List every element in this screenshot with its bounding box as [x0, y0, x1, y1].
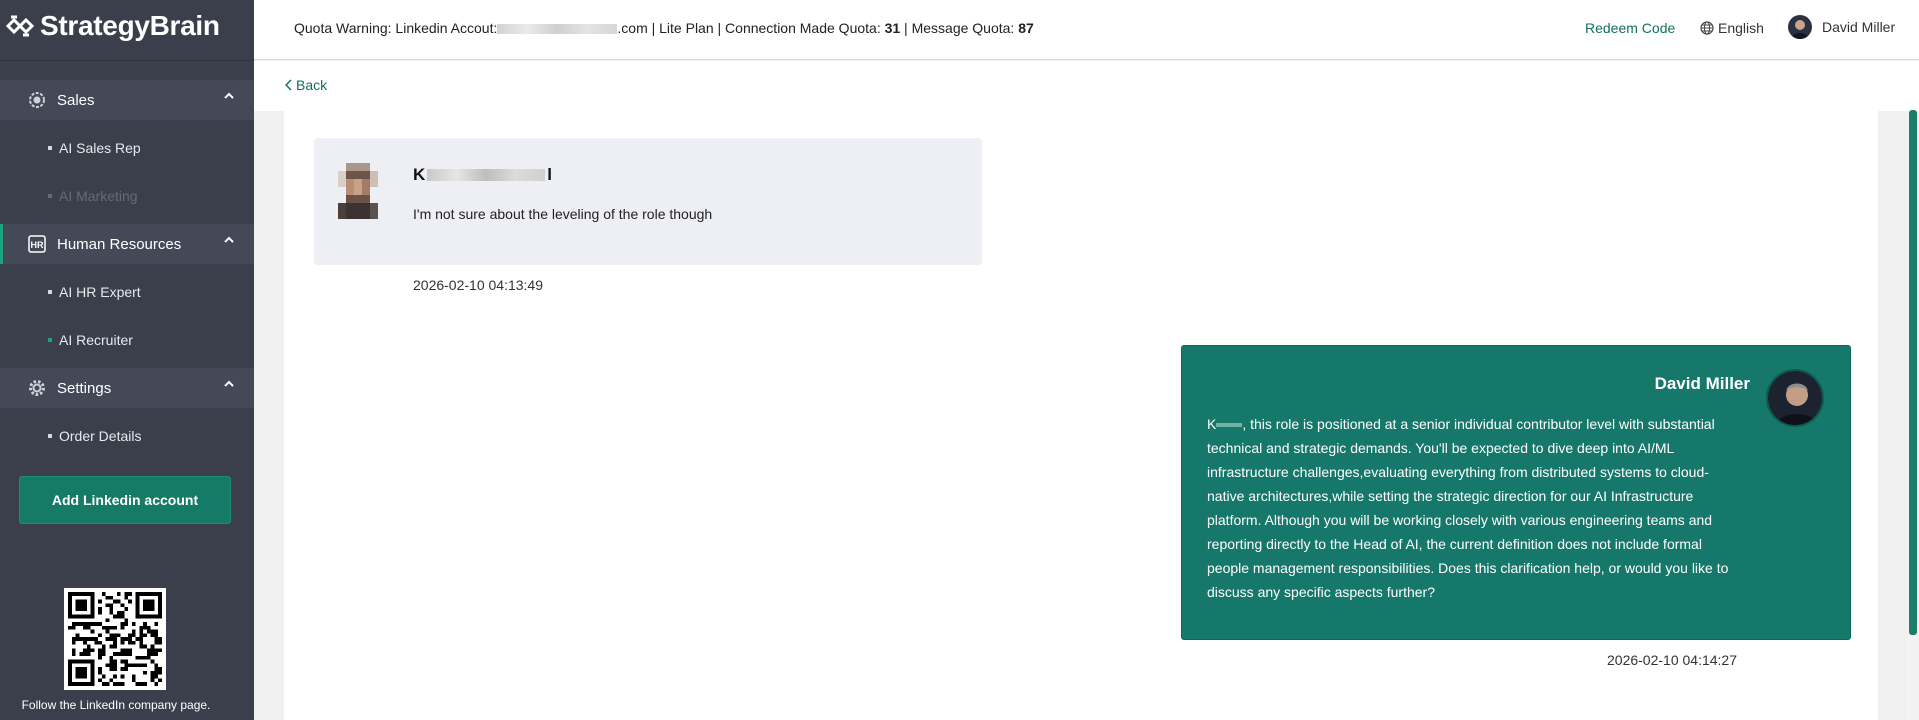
quota-message-label: | Message Quota:: [900, 20, 1019, 36]
gear-icon: [28, 379, 46, 397]
quota-prefix: Quota Warning: Linkedin Accout:: [294, 20, 498, 36]
sidebar-item-ai-marketing: AI Marketing: [0, 176, 254, 216]
menu-group-label: Sales: [57, 91, 95, 109]
message-text: I'm not sure about the leveling of the r…: [413, 206, 713, 222]
language-label: English: [1718, 20, 1764, 36]
sidebar-item-order-details[interactable]: Order Details: [0, 416, 254, 456]
sidebar-item-ai-sales-rep[interactable]: AI Sales Rep: [0, 128, 254, 168]
svg-text:HR: HR: [31, 240, 44, 250]
brand-name: StrategyBrain: [40, 10, 220, 41]
outgoing-message: David Miller K, this role is positioned …: [1181, 345, 1851, 640]
quota-warning: Quota Warning: Linkedin Accout: .com | Li…: [294, 20, 1034, 36]
add-linkedin-account-button[interactable]: Add Linkedin account: [19, 476, 231, 524]
sidebar-item-ai-recruiter[interactable]: AI Recruiter: [0, 320, 254, 360]
divider: [0, 60, 254, 61]
bullet: [48, 434, 52, 438]
sidebar-item-label: AI Marketing: [59, 188, 138, 204]
user-menu[interactable]: David Miller: [1788, 15, 1895, 39]
globe-icon: [1700, 21, 1714, 35]
chevron-up-icon: [224, 380, 234, 387]
sidebar-item-label: AI HR Expert: [59, 284, 141, 300]
redacted-name: [1216, 423, 1243, 428]
brand-logo-icon: [6, 15, 34, 37]
back-button[interactable]: Back: [285, 77, 327, 93]
sidebar-item-label: AI Recruiter: [59, 332, 133, 348]
bullet: [48, 146, 52, 150]
bullet: [48, 290, 52, 294]
message-text: K, this role is positioned at a senior i…: [1207, 412, 1737, 604]
scrollbar-thumb[interactable]: [1909, 110, 1917, 635]
sales-badge-icon: [28, 91, 46, 109]
language-selector[interactable]: English: [1700, 20, 1764, 36]
bullet: [48, 338, 52, 342]
menu-group-human-resources[interactable]: HR Human Resources: [0, 224, 254, 264]
chevron-up-icon: [224, 236, 234, 243]
user-name: David Miller: [1822, 19, 1896, 35]
connection-quota-value: 31: [884, 20, 901, 36]
message-timestamp: 2026-02-10 04:13:49: [413, 277, 543, 293]
menu-group-sales[interactable]: Sales: [0, 80, 254, 120]
menu-group-label: Human Resources: [57, 235, 182, 253]
redacted-email: [497, 24, 618, 35]
chevron-up-icon: [224, 92, 234, 99]
sender-name: David Miller: [1654, 374, 1750, 393]
avatar: [1766, 369, 1824, 427]
bullet: [48, 194, 52, 198]
sender-name-start: K: [413, 165, 426, 184]
sidebar-item-label: Order Details: [59, 428, 142, 444]
quota-email-suffix: .com: [617, 20, 648, 36]
message-text-body: , this role is positioned at a senior in…: [1207, 416, 1729, 600]
qr-code-image: [68, 592, 162, 686]
menu-group-label: Settings: [57, 379, 112, 397]
back-label: Back: [296, 77, 328, 93]
sidebar-item-ai-hr-expert[interactable]: AI HR Expert: [0, 272, 254, 312]
qr-code: [64, 588, 166, 690]
qr-caption: Follow the LinkedIn company page.: [21, 698, 211, 712]
message-text-start: K: [1207, 416, 1217, 432]
incoming-message: Kl I'm not sure about the leveling of th…: [314, 138, 982, 265]
hr-icon: HR: [28, 235, 46, 253]
redacted-name: [427, 169, 546, 181]
menu-group-settings[interactable]: Settings: [0, 368, 254, 408]
top-header: Quota Warning: Linkedin Accout: .com | Li…: [254, 0, 1919, 60]
sidebar-item-label: AI Sales Rep: [59, 140, 141, 156]
app-root: StrategyBrain Sales AI Sales Rep AI Mark…: [0, 0, 1919, 720]
message-timestamp: 2026-02-10 04:14:27: [1607, 652, 1737, 668]
quota-plan: | Lite Plan | Connection Made Quota:: [647, 20, 885, 36]
sidebar: StrategyBrain Sales AI Sales Rep AI Mark…: [0, 0, 254, 720]
chevron-left-icon: [285, 79, 292, 91]
logo[interactable]: StrategyBrain: [0, 0, 254, 52]
message-quota-value: 87: [1018, 20, 1034, 36]
avatar: [1788, 15, 1812, 39]
sub-toolbar: Back: [254, 61, 1919, 111]
redeem-code-link[interactable]: Redeem Code: [1585, 20, 1675, 36]
sender-name: Kl: [413, 165, 552, 185]
sender-name-end: l: [547, 165, 553, 184]
avatar: [338, 163, 378, 219]
